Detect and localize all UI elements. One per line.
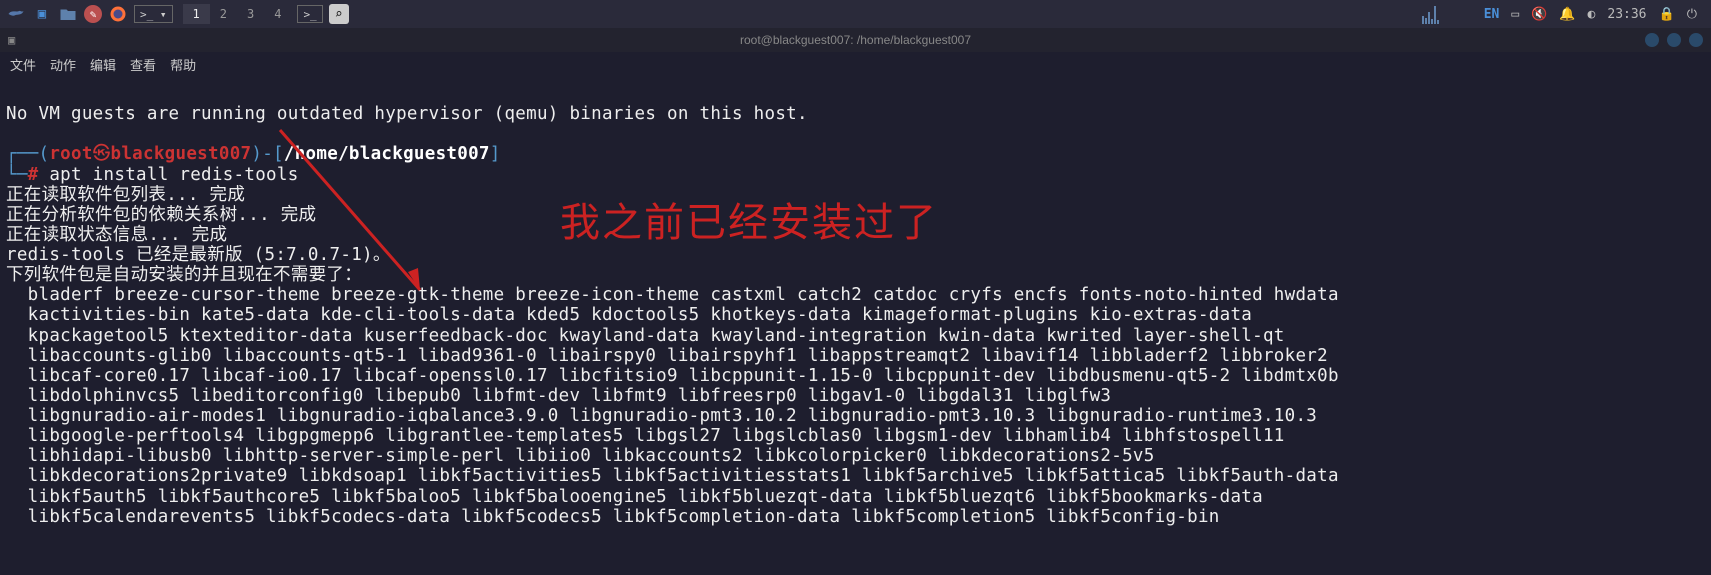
menu-actions[interactable]: 动作 [50, 55, 76, 74]
window-list-icon[interactable]: ▣ [32, 4, 52, 24]
prompt-user: root [49, 144, 92, 164]
package-line: bladerf breeze-cursor-theme breeze-gtk-t… [6, 285, 1339, 305]
package-line: libkf5calendarevents5 libkf5codecs-data … [6, 507, 1220, 527]
prompt-at: ㉿ [93, 144, 111, 164]
menu-bar: 文件 动作 编辑 查看 帮助 [0, 52, 1711, 76]
prompt-box: ] [490, 144, 501, 164]
package-line: kpackagetool5 ktexteditor-data kuserfeed… [6, 326, 1285, 346]
prompt-box: )-[ [251, 144, 284, 164]
annotation-text: 我之前已经安装过了 [560, 190, 938, 248]
package-line: libgnuradio-air-modes1 libgnuradio-iqbal… [6, 406, 1317, 426]
window-maximize-button[interactable] [1667, 33, 1681, 47]
prompt-hash: # [28, 165, 50, 185]
output-line: redis-tools 已经是最新版 (5:7.0.7-1)。 [6, 245, 391, 265]
workspace-1[interactable]: 1 [183, 4, 210, 24]
window-title-bar[interactable]: ▣ root@blackguest007: /home/blackguest00… [0, 28, 1711, 52]
volume-mute-icon[interactable]: 🔇 [1531, 7, 1547, 22]
menu-view[interactable]: 查看 [130, 55, 156, 74]
window-close-button[interactable] [1689, 33, 1703, 47]
terminal-launcher-icon[interactable]: >_ ▾ [134, 5, 173, 23]
updates-icon[interactable]: ◐ [1588, 7, 1596, 22]
lock-icon[interactable]: 🔒 [1659, 7, 1675, 22]
kali-menu-icon[interactable] [6, 4, 26, 24]
package-line: libaccounts-glib0 libaccounts-qt5-1 liba… [6, 346, 1328, 366]
output-line: 下列软件包是自动安装的并且现在不需要了： [6, 265, 362, 285]
terminal-output[interactable]: No VM guests are running outdated hyperv… [0, 76, 1711, 535]
package-line: kactivities-bin kate5-data kde-cli-tools… [6, 305, 1252, 325]
taskbar-right: EN ▭ 🔇 🔔 ◐ 23:36 🔒 ⏻ [1422, 4, 1705, 24]
app-icon[interactable]: ✎ [84, 5, 102, 23]
package-line: libkdecorations2private9 libkdsoap1 libk… [6, 466, 1339, 486]
package-line: libcaf-core0.17 libcaf-io0.17 libcaf-ope… [6, 366, 1339, 386]
window-minimize-button[interactable] [1645, 33, 1659, 47]
prompt-host: blackguest007 [111, 144, 252, 164]
package-line: libgoogle-perftools4 libgpgmepp6 libgran… [6, 426, 1285, 446]
terminal-window-icon: ▣ [8, 33, 15, 47]
output-line: No VM guests are running outdated hyperv… [6, 104, 808, 124]
search-icon[interactable]: ⌕ [329, 4, 349, 24]
prompt-box: └─ [6, 165, 28, 185]
prompt-path: /home/blackguest007 [284, 144, 490, 164]
command-text: apt install redis-tools [49, 165, 298, 185]
output-line: 正在读取软件包列表... 完成 [6, 185, 245, 205]
system-monitor-icon[interactable] [1422, 4, 1472, 24]
power-icon[interactable]: ⏻ [1687, 7, 1697, 22]
window-controls [1645, 33, 1703, 47]
workspace-2[interactable]: 2 [210, 4, 237, 24]
tray-panel-icon[interactable]: ▭ [1511, 7, 1519, 22]
taskbar-left: ▣ ✎ >_ ▾ 1 2 3 4 >_ ⌕ [6, 4, 349, 24]
workspace-3[interactable]: 3 [237, 4, 264, 24]
prompt-box: ┌──( [6, 144, 49, 164]
file-manager-icon[interactable] [58, 4, 78, 24]
menu-help[interactable]: 帮助 [170, 55, 196, 74]
menu-edit[interactable]: 编辑 [90, 55, 116, 74]
package-line: libkf5auth5 libkf5authcore5 libkf5baloo5… [6, 487, 1263, 507]
active-terminal-icon[interactable]: >_ [297, 5, 322, 23]
output-line: 正在分析软件包的依赖关系树... 完成 [6, 205, 316, 225]
window-title-text: root@blackguest007: /home/blackguest007 [740, 33, 971, 47]
package-line: libdolphinvcs5 libeditorconfig0 libepub0… [6, 386, 1111, 406]
language-indicator[interactable]: EN [1484, 7, 1500, 22]
workspace-switcher: 1 2 3 4 [183, 4, 292, 24]
output-line: 正在读取状态信息... 完成 [6, 225, 227, 245]
clock[interactable]: 23:36 [1607, 7, 1646, 22]
menu-file[interactable]: 文件 [10, 55, 36, 74]
firefox-icon[interactable] [108, 4, 128, 24]
taskbar: ▣ ✎ >_ ▾ 1 2 3 4 >_ ⌕ EN ▭ 🔇 🔔 ◐ 23:36 🔒… [0, 0, 1711, 28]
notifications-icon[interactable]: 🔔 [1559, 7, 1575, 22]
workspace-4[interactable]: 4 [264, 4, 291, 24]
package-line: libhidapi-libusb0 libhttp-server-simple-… [6, 446, 1155, 466]
